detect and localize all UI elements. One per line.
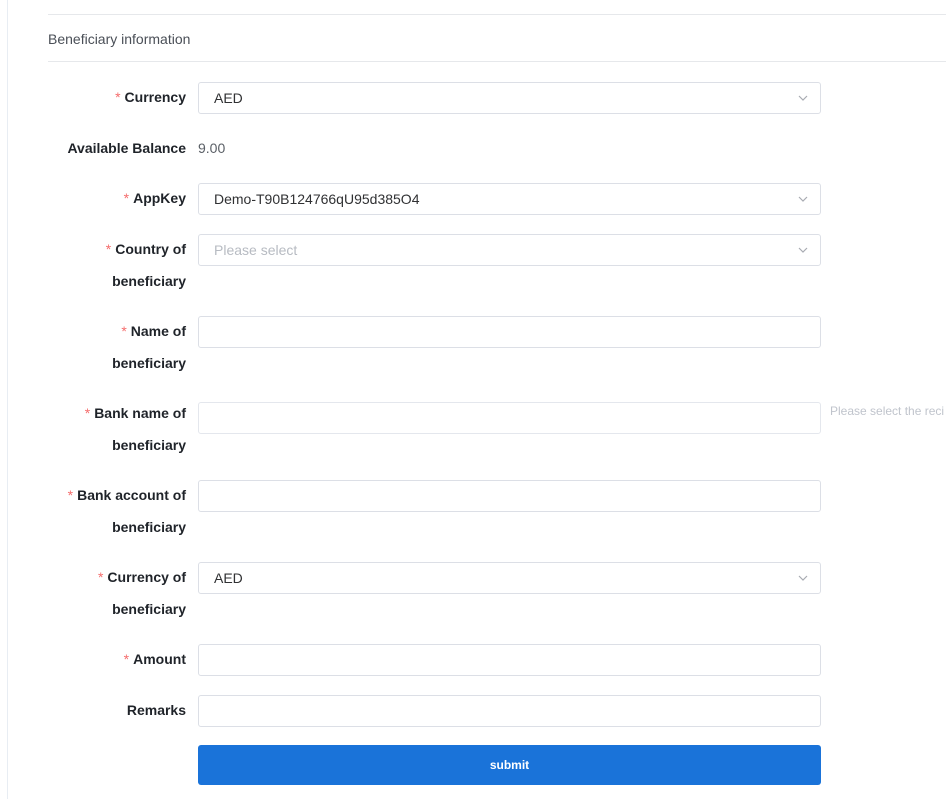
bank-account-label-line1: Bank account of xyxy=(77,487,186,503)
beneficiary-currency-value: AED xyxy=(214,570,243,586)
remarks-input[interactable] xyxy=(198,695,821,727)
name-input[interactable] xyxy=(198,316,821,348)
available-balance-label: Available Balance xyxy=(67,140,186,156)
required-mark: * xyxy=(105,241,112,257)
bank-name-label-line1: Bank name of xyxy=(94,405,186,421)
required-mark: * xyxy=(115,89,121,105)
beneficiary-currency-label-line2: beneficiary xyxy=(112,601,186,617)
bank-name-label-line2: beneficiary xyxy=(112,437,186,453)
name-label-line1: Name of xyxy=(130,323,186,339)
country-label: * Country of xyxy=(36,233,186,265)
beneficiary-currency-select[interactable]: AED xyxy=(198,562,821,594)
required-mark: * xyxy=(97,569,104,585)
top-divider xyxy=(48,14,946,15)
required-mark: * xyxy=(121,323,127,339)
country-select[interactable]: Please select xyxy=(198,234,821,266)
chevron-down-icon xyxy=(798,196,808,202)
bank-name-hint: Please select the reci xyxy=(830,404,945,418)
country-label-line1: Country of xyxy=(115,241,186,257)
country-placeholder: Please select xyxy=(214,242,298,258)
left-divider xyxy=(7,0,8,799)
appkey-label-text: AppKey xyxy=(133,190,186,206)
currency-label-text: Currency xyxy=(124,89,186,105)
remarks-label: Remarks xyxy=(126,702,186,718)
submit-button[interactable]: submit xyxy=(198,745,821,785)
name-label-line2: beneficiary xyxy=(112,355,186,371)
required-mark: * xyxy=(123,651,130,667)
name-label: * Name of xyxy=(36,315,186,347)
appkey-label: * AppKey xyxy=(36,182,186,214)
appkey-value: Demo-T90B124766qU95d385O4 xyxy=(214,191,420,207)
amount-input[interactable] xyxy=(198,644,821,676)
currency-label: * Currency xyxy=(36,81,186,113)
section-title: Beneficiary information xyxy=(48,31,191,47)
bank-name-input[interactable] xyxy=(198,402,821,434)
amount-label: * Amount xyxy=(36,643,186,675)
required-mark: * xyxy=(84,405,91,421)
appkey-select[interactable]: Demo-T90B124766qU95d385O4 xyxy=(198,183,821,215)
bank-account-label-line2: beneficiary xyxy=(112,519,186,535)
bank-account-input[interactable] xyxy=(198,480,821,512)
required-mark: * xyxy=(67,487,74,503)
beneficiary-currency-label-line1: Currency of xyxy=(107,569,186,585)
currency-value: AED xyxy=(214,90,243,106)
currency-select[interactable]: AED xyxy=(198,82,821,114)
section-divider xyxy=(48,61,946,62)
beneficiary-currency-label: * Currency of xyxy=(36,561,186,593)
bank-account-label: * Bank account of xyxy=(36,479,186,511)
bank-name-label: * Bank name of xyxy=(36,397,186,429)
country-label-line2: beneficiary xyxy=(112,273,186,289)
available-balance-value: 9.00 xyxy=(198,140,226,156)
amount-label-text: Amount xyxy=(133,651,186,667)
required-mark: * xyxy=(123,190,130,206)
chevron-down-icon xyxy=(798,95,808,101)
chevron-down-icon xyxy=(798,247,808,253)
chevron-down-icon xyxy=(798,575,808,581)
